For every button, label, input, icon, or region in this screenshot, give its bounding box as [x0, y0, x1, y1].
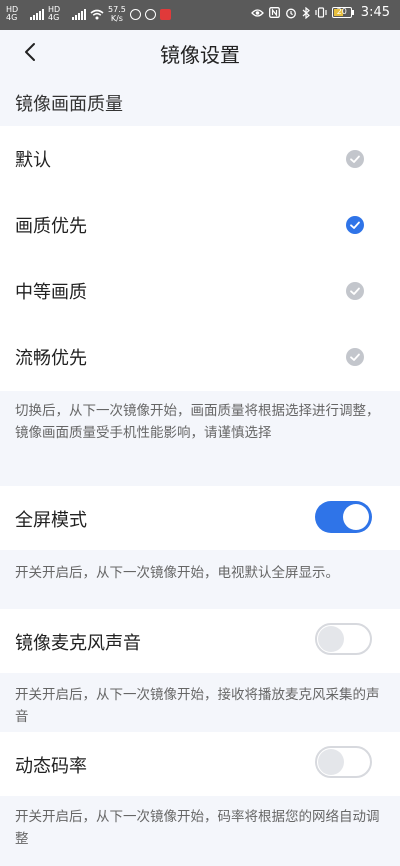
battery-level: 20: [336, 7, 347, 16]
network-type-1: HD 4G: [6, 5, 19, 22]
option-label: 流畅优先: [15, 348, 87, 369]
mic-label: 镜像麦克风声音: [15, 633, 141, 654]
eye-icon: [250, 8, 264, 17]
toggle-knob: [318, 749, 344, 775]
wifi-icon: [90, 9, 104, 19]
mic-note: 开关开启后，从下一次镜像开始，接收将播放麦克风采集的声音: [15, 687, 380, 725]
quality-note: 切换后，从下一次镜像开始，画面质量将根据选择进行调整，镜像画面质量受手机性能影响…: [15, 403, 380, 441]
option-label: 默认: [15, 150, 51, 171]
bluetooth-icon: [302, 6, 310, 19]
signal-icon-2: [72, 8, 86, 20]
option-label: 中等画质: [15, 282, 87, 303]
quality-option-smooth-first[interactable]: 流畅优先: [0, 324, 400, 390]
dynamic-bitrate-toggle[interactable]: [315, 746, 372, 778]
header: 镜像设置: [0, 30, 400, 74]
vibrate-icon: [315, 7, 327, 18]
alarm-icon: [285, 8, 296, 18]
quality-options-card: 默认 画质优先 中等画质 流畅优先: [0, 126, 400, 391]
page-title: 镜像设置: [160, 43, 240, 67]
dynamic-bitrate-note: 开关开启后，从下一次镜像开始，码率将根据您的网络自动调整: [15, 809, 380, 847]
network-speed-unit: K/s: [110, 14, 123, 23]
toggle-knob: [318, 626, 344, 652]
network-speed-value: 57.5: [108, 5, 126, 14]
app-notification-icon-2: [144, 8, 156, 20]
fullscreen-note: 开关开启后，从下一次镜像开始，电视默认全屏显示。: [15, 565, 339, 581]
network-type-2: HD 4G: [48, 5, 61, 22]
signal-icon-1: [30, 8, 44, 20]
quality-option-default[interactable]: 默认: [0, 126, 400, 192]
quality-option-medium[interactable]: 中等画质: [0, 258, 400, 324]
fullscreen-label: 全屏模式: [15, 510, 87, 531]
check-icon: [346, 348, 364, 366]
quality-option-quality-first[interactable]: 画质优先: [0, 192, 400, 258]
dynamic-bitrate-label: 动态码率: [15, 756, 87, 777]
check-icon: [346, 282, 364, 300]
option-label: 画质优先: [15, 216, 87, 237]
check-icon: [346, 150, 364, 168]
fullscreen-toggle[interactable]: [315, 501, 372, 533]
quality-section-title: 镜像画面质量: [15, 94, 123, 115]
mic-toggle[interactable]: [315, 623, 372, 655]
nfc-icon: [268, 7, 280, 18]
battery-icon: 20: [331, 7, 354, 18]
clock: 3:45: [360, 5, 390, 20]
app-notification-icon: [129, 8, 141, 20]
toggle-knob: [343, 504, 369, 530]
network-speed: 57.5 K/s: [108, 5, 126, 23]
mic-row: 镜像麦克风声音: [0, 609, 400, 673]
fullscreen-row: 全屏模式: [0, 486, 400, 550]
dynamic-bitrate-row: 动态码率: [0, 732, 400, 796]
check-icon-selected: [346, 216, 364, 234]
app-notification-icon-3: [159, 8, 171, 20]
status-bar: HD 4G HD 4G 57.5 K/s 20 3:45: [0, 0, 400, 30]
